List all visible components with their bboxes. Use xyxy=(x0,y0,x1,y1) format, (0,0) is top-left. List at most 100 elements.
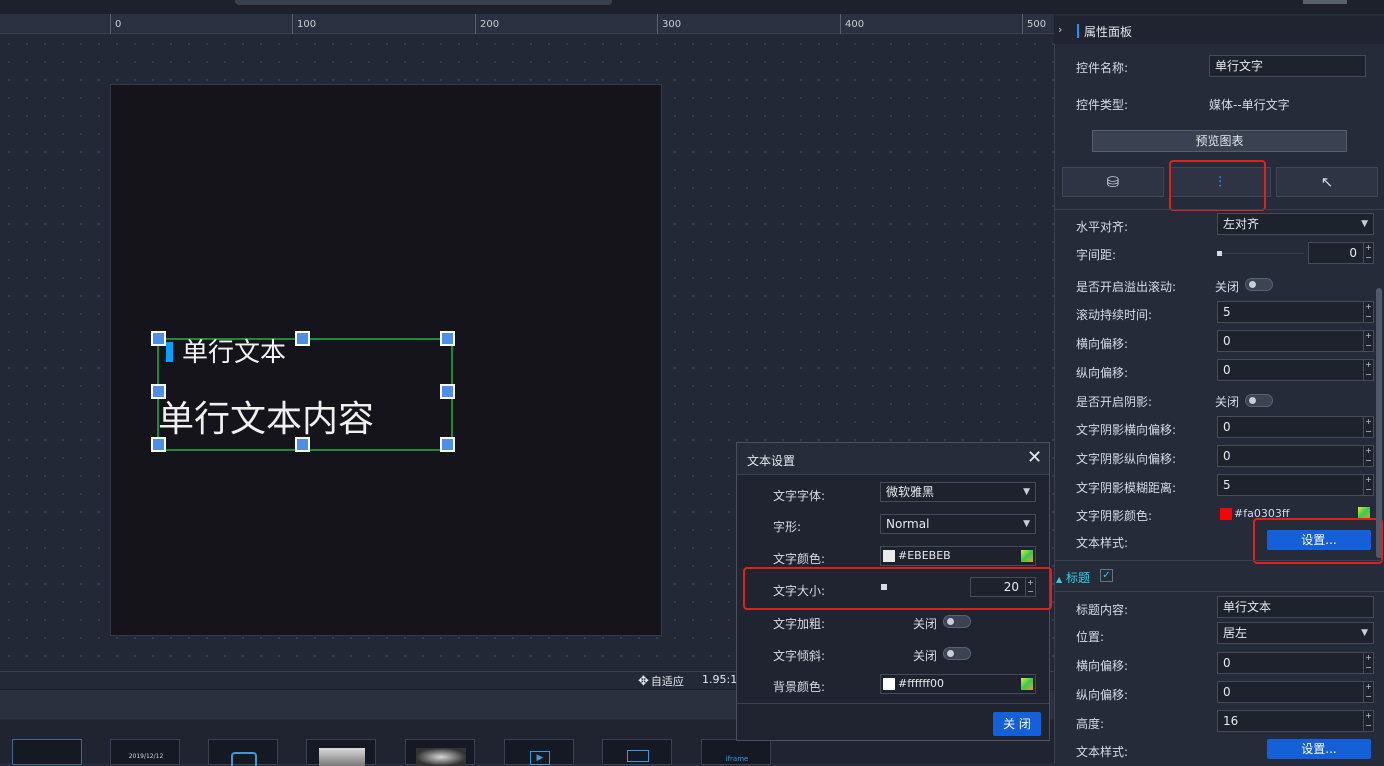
style-select[interactable]: Normal ▼ xyxy=(880,514,1036,534)
bold-value: 关闭 xyxy=(913,617,938,631)
color-picker-icon[interactable] xyxy=(1021,550,1033,562)
stepper[interactable]: + − xyxy=(1363,711,1373,731)
dialog-close-button[interactable]: 关 闭 xyxy=(993,712,1041,736)
title-text-style-button[interactable]: 设置... xyxy=(1267,739,1371,759)
thumb-iframe-widget[interactable]: iframe xyxy=(701,739,771,765)
fit-button[interactable]: ✥ 自适应 xyxy=(638,673,684,689)
chevron-down-icon: ▼ xyxy=(1361,628,1368,638)
stepper[interactable]: + − xyxy=(1363,475,1373,495)
title-position-select[interactable]: 居左 ▼ xyxy=(1217,622,1374,644)
shadow-v-value: 0 xyxy=(1223,449,1231,463)
shadow-color-swatch[interactable] xyxy=(1220,508,1232,520)
widget-type-label: 控件类型: xyxy=(1076,98,1129,112)
text-color-swatch[interactable] xyxy=(883,550,895,562)
title-enabled-checkbox[interactable]: ✓ xyxy=(1100,569,1113,582)
thumb-border-widget[interactable] xyxy=(208,739,278,766)
thumb-video-widget[interactable]: ▶ xyxy=(504,739,574,765)
thumb-date-widget[interactable]: 2019/12/12 xyxy=(110,739,180,765)
pointer-icon: ↖ xyxy=(1320,173,1334,191)
shadow-v-input[interactable]: 0 + − xyxy=(1217,445,1374,467)
resize-handle-se[interactable] xyxy=(440,437,455,452)
resize-handle-ne[interactable] xyxy=(440,331,455,346)
stepper[interactable]: + − xyxy=(1363,243,1373,263)
tab-data[interactable]: ⛁ xyxy=(1062,167,1164,197)
preview-chart-button[interactable]: 预览图表 xyxy=(1092,130,1347,152)
caret-up-icon: ▲ xyxy=(1056,575,1063,584)
stepper[interactable]: + − xyxy=(1363,682,1373,702)
shadow-value: 关闭 xyxy=(1215,395,1240,409)
v-offset-label: 纵向偏移: xyxy=(1076,366,1129,380)
dialog-header: 文本设置 ✕ xyxy=(737,443,1049,475)
v-offset-input[interactable]: 0 + − xyxy=(1217,359,1374,381)
font-label: 文字字体: xyxy=(773,489,826,503)
bold-toggle[interactable] xyxy=(943,615,971,628)
tab-interaction[interactable]: ↖ xyxy=(1276,167,1378,197)
panel-scrollbar[interactable] xyxy=(1376,288,1382,558)
ruler-tick: 500 xyxy=(1022,14,1046,34)
resize-handle-e[interactable] xyxy=(440,384,455,399)
top-button[interactable] xyxy=(1303,0,1347,4)
thumb-gradient-widget[interactable] xyxy=(306,739,376,766)
stepper[interactable]: + − xyxy=(1363,360,1373,380)
h-align-select[interactable]: 左对齐 ▼ xyxy=(1217,213,1374,235)
letter-spacing-slider-track[interactable] xyxy=(1222,253,1304,254)
title-height-input[interactable]: 16 + − xyxy=(1217,710,1374,732)
overflow-scroll-label: 是否开启溢出滚动: xyxy=(1076,280,1177,294)
close-icon[interactable]: ✕ xyxy=(1027,447,1042,468)
title-v-offset-input[interactable]: 0 + − xyxy=(1217,681,1374,703)
style-label: 字形: xyxy=(773,520,802,534)
stepper[interactable]: + − xyxy=(1363,331,1373,351)
widget-title-text: 单行文本 xyxy=(182,338,287,368)
scroll-duration-input[interactable]: 5 + − xyxy=(1217,301,1374,323)
shadow-blur-input[interactable]: 5 + − xyxy=(1217,474,1374,496)
stepper[interactable]: + − xyxy=(1363,417,1373,437)
widget-type-value: 媒体--单行文字 xyxy=(1209,98,1290,112)
stepper[interactable]: + − xyxy=(1363,653,1373,673)
title-height-value: 16 xyxy=(1223,714,1239,728)
thumb-widget[interactable] xyxy=(12,739,82,765)
resize-handle-w[interactable] xyxy=(151,384,166,399)
color-picker-icon[interactable] xyxy=(1021,678,1033,690)
h-align-label: 水平对齐: xyxy=(1076,220,1129,234)
thumb-iframe-label: iframe xyxy=(725,755,749,763)
text-color-input[interactable]: #EBEBEB xyxy=(880,546,1036,566)
title-content-input[interactable]: 单行文本 xyxy=(1217,596,1374,618)
bg-color-swatch[interactable] xyxy=(883,678,895,690)
title-h-offset-value: 0 xyxy=(1223,656,1231,670)
resize-handle-n[interactable] xyxy=(295,331,310,346)
gradient-icon xyxy=(319,748,365,766)
title-position-label: 位置: xyxy=(1076,630,1105,644)
overflow-scroll-toggle[interactable] xyxy=(1245,278,1273,291)
chevron-down-icon: ▼ xyxy=(1361,219,1368,229)
stepper[interactable]: + − xyxy=(1363,446,1373,466)
move-icon: ✥ xyxy=(638,674,649,689)
highlight-settings-button xyxy=(1253,518,1383,564)
resize-handle-sw[interactable] xyxy=(151,437,166,452)
resize-handle-s[interactable] xyxy=(295,437,310,452)
shadow-h-input[interactable]: 0 + − xyxy=(1217,416,1374,438)
bg-color-input[interactable]: #ffffff00 xyxy=(880,674,1036,694)
horizontal-ruler: 0 100 200 300 400 500 xyxy=(0,14,1054,34)
font-select[interactable]: 微软雅黑 ▼ xyxy=(880,482,1036,502)
widget-name-input[interactable]: 单行文字 xyxy=(1209,55,1366,77)
title-h-offset-input[interactable]: 0 + − xyxy=(1217,652,1374,674)
thumb-media-widget[interactable] xyxy=(602,739,672,765)
collapse-arrow-icon[interactable]: › xyxy=(1058,23,1062,36)
h-offset-label: 横向偏移: xyxy=(1076,337,1129,351)
stepper[interactable]: + − xyxy=(1363,302,1373,322)
letter-spacing-input[interactable]: 0 + − xyxy=(1308,242,1374,264)
shadow-v-label: 文字阴影纵向偏移: xyxy=(1076,452,1177,466)
panel-title: 属性面板 xyxy=(1084,25,1133,39)
thumb-date-label: 2019/12/12 xyxy=(128,753,164,760)
resize-handle-nw[interactable] xyxy=(151,331,166,346)
shadow-toggle[interactable] xyxy=(1245,394,1273,407)
text-color-label: 文字颜色: xyxy=(773,552,826,566)
title-v-offset-value: 0 xyxy=(1223,685,1231,699)
italic-toggle[interactable] xyxy=(943,647,971,660)
top-scroll-pill[interactable] xyxy=(235,0,612,5)
title-section-header[interactable]: ▲ 标题 xyxy=(1056,569,1090,586)
h-offset-input[interactable]: 0 + − xyxy=(1217,330,1374,352)
section-divider xyxy=(1054,209,1384,210)
thumb-glow-widget[interactable] xyxy=(405,739,475,766)
highlight-font-size xyxy=(743,567,1052,610)
